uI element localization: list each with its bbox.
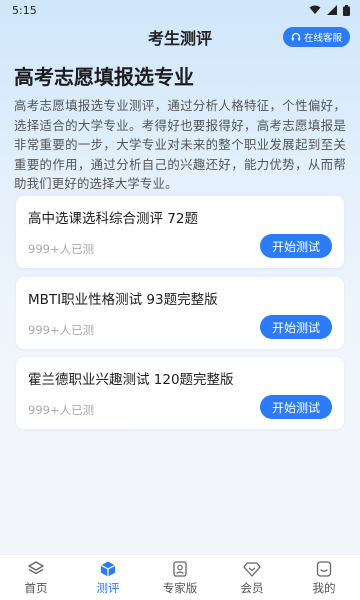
cube-icon bbox=[100, 561, 116, 576]
test-card[interactable]: 高中选课选科综合测评 72题 999+人已测 开始测试 bbox=[16, 196, 344, 268]
wifi-icon bbox=[309, 5, 321, 14]
tab-label: 会员 bbox=[240, 580, 264, 595]
test-title: 霍兰德职业兴趣测试 120题完整版 bbox=[28, 372, 234, 388]
diamond-icon bbox=[243, 561, 261, 577]
online-service-label: 在线客服 bbox=[303, 33, 342, 44]
tab-home[interactable]: 首页 bbox=[0, 555, 72, 600]
bottom-tab-bar: 首页 测评 专家版 会员 我的 bbox=[0, 554, 360, 600]
battery-icon bbox=[343, 4, 350, 16]
tab-membership[interactable]: 会员 bbox=[216, 555, 288, 600]
layers-icon bbox=[28, 560, 44, 574]
headset-icon bbox=[291, 32, 301, 41]
status-icons bbox=[309, 4, 350, 16]
hero-title: 高考志愿填报选专业 bbox=[14, 65, 194, 89]
start-test-button[interactable]: 开始测试 bbox=[260, 395, 332, 419]
intro-text: 高考志愿填报选专业测评，通过分析人格特征，个性偏好，选择适合的大学专业。考得好也… bbox=[14, 98, 346, 191]
signal-icon bbox=[327, 5, 337, 15]
tab-label: 专家版 bbox=[162, 580, 198, 595]
tab-label: 我的 bbox=[312, 580, 336, 595]
tab-expert[interactable]: 专家版 bbox=[144, 555, 216, 600]
test-card[interactable]: 霍兰德职业兴趣测试 120题完整版 999+人已测 开始测试 bbox=[16, 357, 344, 429]
tab-assessment[interactable]: 测评 bbox=[72, 555, 144, 600]
tab-label: 首页 bbox=[24, 580, 48, 595]
header: 考生测评 在线客服 bbox=[0, 20, 360, 54]
test-count: 999+人已测 bbox=[28, 242, 95, 256]
tab-label: 测评 bbox=[96, 580, 120, 595]
online-service-button[interactable]: 在线客服 bbox=[282, 27, 350, 47]
status-bar: 5:15 bbox=[0, 0, 360, 20]
test-count: 999+人已测 bbox=[28, 323, 95, 337]
start-test-button[interactable]: 开始测试 bbox=[260, 315, 332, 339]
test-card[interactable]: MBTI职业性格测试 93题完整版 999+人已测 开始测试 bbox=[16, 277, 344, 349]
user-icon bbox=[316, 560, 332, 577]
test-title: MBTI职业性格测试 93题完整版 bbox=[28, 292, 218, 308]
start-test-button[interactable]: 开始测试 bbox=[260, 234, 332, 258]
expert-icon bbox=[173, 560, 187, 577]
status-time: 5:15 bbox=[12, 3, 37, 17]
test-count: 999+人已测 bbox=[28, 403, 95, 417]
test-title: 高中选课选科综合测评 72题 bbox=[28, 211, 198, 227]
tab-mine[interactable]: 我的 bbox=[288, 555, 360, 600]
page-title: 考生测评 bbox=[147, 29, 212, 48]
